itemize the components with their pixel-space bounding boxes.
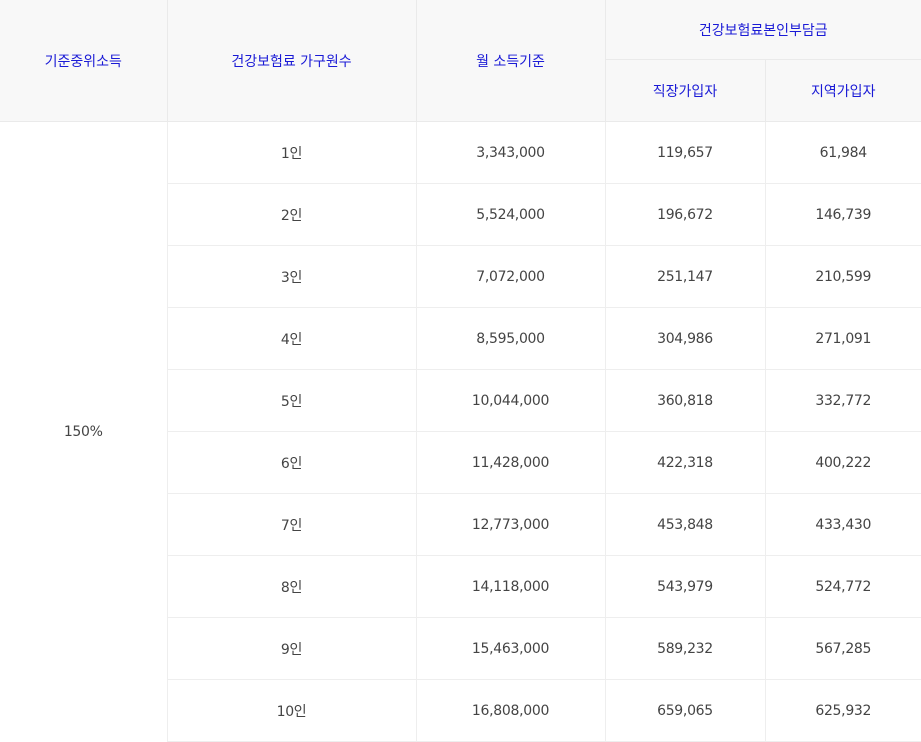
income-cell: 14,118,000 [416,555,606,618]
household-cell: 5인 [167,369,417,432]
income-cell: 8,595,000 [416,307,606,370]
header-regional: 지역가입자 [765,59,921,122]
table-row: 150% 1인 3,343,000 119,657 61,984 [0,121,921,742]
income-cell: 5,524,000 [416,183,606,246]
household-cell: 6인 [167,431,417,494]
employee-cell: 453,848 [605,493,766,556]
median-income-rate: 150% [0,121,168,742]
premium-table: 기준중위소득 건강보험료 가구원수 월 소득기준 건강보험료본인부담금 직장가입… [0,0,921,742]
income-cell: 15,463,000 [416,617,606,680]
household-cell: 7인 [167,493,417,556]
regional-cell: 146,739 [765,183,921,246]
household-cell: 10인 [167,679,417,742]
regional-cell: 400,222 [765,431,921,494]
income-cell: 11,428,000 [416,431,606,494]
employee-cell: 589,232 [605,617,766,680]
regional-cell: 271,091 [765,307,921,370]
employee-cell: 119,657 [605,121,766,184]
income-cell: 16,808,000 [416,679,606,742]
regional-cell: 433,430 [765,493,921,556]
header-premium-group: 건강보험료본인부담금 [605,0,921,60]
header-median-income: 기준중위소득 [0,0,168,122]
regional-cell: 210,599 [765,245,921,308]
table-header: 기준중위소득 건강보험료 가구원수 월 소득기준 건강보험료본인부담금 직장가입… [0,0,921,122]
household-cell: 3인 [167,245,417,308]
income-cell: 10,044,000 [416,369,606,432]
regional-cell: 61,984 [765,121,921,184]
household-cell: 4인 [167,307,417,370]
header-household-size: 건강보험료 가구원수 [167,0,417,122]
household-cell: 2인 [167,183,417,246]
income-cell: 3,343,000 [416,121,606,184]
household-cell: 1인 [167,121,417,184]
regional-cell: 524,772 [765,555,921,618]
header-row: 기준중위소득 건강보험료 가구원수 월 소득기준 건강보험료본인부담금 [0,0,921,122]
table-body: 150% 1인 3,343,000 119,657 61,984 2인 5,52… [0,121,921,742]
employee-cell: 543,979 [605,555,766,618]
employee-cell: 251,147 [605,245,766,308]
employee-cell: 196,672 [605,183,766,246]
household-cell: 9인 [167,617,417,680]
income-cell: 12,773,000 [416,493,606,556]
employee-cell: 360,818 [605,369,766,432]
regional-cell: 332,772 [765,369,921,432]
header-monthly-income: 월 소득기준 [416,0,606,122]
employee-cell: 304,986 [605,307,766,370]
income-cell: 7,072,000 [416,245,606,308]
regional-cell: 567,285 [765,617,921,680]
household-cell: 8인 [167,555,417,618]
employee-cell: 422,318 [605,431,766,494]
header-employee: 직장가입자 [605,59,766,122]
employee-cell: 659,065 [605,679,766,742]
regional-cell: 625,932 [765,679,921,742]
